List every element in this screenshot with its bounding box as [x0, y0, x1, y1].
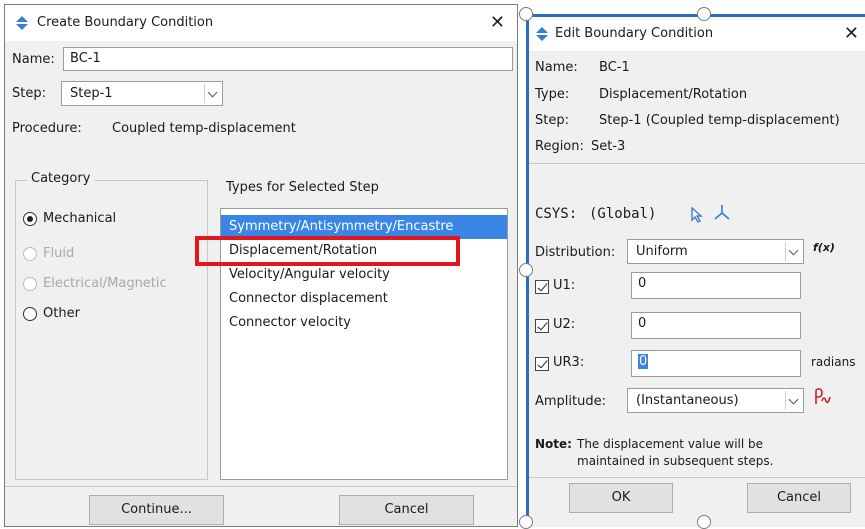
types-group-title: Types for Selected Step: [226, 180, 379, 195]
step-select[interactable]: Step-1: [61, 81, 223, 106]
step-select-value: Step-1: [70, 86, 113, 101]
step-label: Step:: [12, 86, 46, 101]
resize-handle-middle-left[interactable]: [519, 263, 533, 277]
edit-step-label: Step:: [535, 113, 569, 128]
procedure-label: Procedure:: [12, 121, 82, 136]
radio-label: Fluid: [43, 246, 75, 261]
ur3-unit: radians: [811, 355, 856, 369]
note-line-1: The displacement value will be: [577, 437, 764, 451]
radio-indicator: [23, 211, 37, 226]
note-label: Note:: [535, 437, 572, 451]
cancel-button[interactable]: Cancel: [339, 495, 474, 525]
radio-electrical-magnetic: Electrical/Magnetic: [23, 276, 167, 291]
edit-step-value: Step-1 (Coupled temp-displacement): [599, 113, 840, 128]
edit-region-label: Region:: [535, 139, 584, 154]
radio-fluid: Fluid: [23, 246, 74, 261]
chevron-down-icon[interactable]: [785, 391, 801, 410]
abaqus-app-icon: [536, 27, 548, 41]
radio-mechanical[interactable]: Mechanical: [23, 211, 116, 226]
edit-dialog-close-icon[interactable]: ✕: [844, 23, 859, 44]
amplitude-select[interactable]: (Instantaneous): [627, 388, 804, 413]
category-group-title: Category: [27, 171, 95, 186]
u2-checkbox[interactable]: [535, 319, 549, 333]
type-item-connector-velocity[interactable]: Connector velocity: [221, 311, 507, 335]
radio-label: Electrical/Magnetic: [43, 276, 167, 291]
u2-label: U2:: [553, 317, 576, 332]
edit-header-divider: [529, 163, 865, 164]
radio-indicator: [23, 246, 37, 261]
create-dialog-titlebar[interactable]: Create Boundary Condition ✕: [5, 5, 517, 41]
edit-dialog-title: Edit Boundary Condition: [555, 26, 714, 41]
edit-name-label: Name:: [535, 60, 578, 75]
edit-boundary-condition-dialog: Edit Boundary Condition ✕ Name: BC-1 Typ…: [526, 14, 865, 527]
create-csys-axes-icon[interactable]: [713, 203, 731, 221]
create-dialog-title: Create Boundary Condition: [37, 15, 214, 30]
u1-checkbox[interactable]: [535, 280, 549, 294]
radio-other[interactable]: Other: [23, 306, 80, 321]
chevron-down-icon[interactable]: [785, 242, 801, 261]
edit-cancel-button[interactable]: Cancel: [747, 483, 851, 513]
type-item-connector-displacement[interactable]: Connector displacement: [221, 287, 507, 311]
amplitude-select-value: (Instantaneous): [636, 393, 739, 408]
edit-type-label: Type:: [535, 87, 570, 102]
u1-input[interactable]: 0: [631, 272, 801, 299]
amplitude-label: Amplitude:: [535, 394, 606, 409]
ok-button[interactable]: OK: [569, 483, 673, 513]
button-bar-divider: [5, 486, 517, 487]
ur3-checkbox[interactable]: [535, 357, 549, 371]
type-item-velocity[interactable]: Velocity/Angular velocity: [221, 263, 507, 287]
resize-handle-top-center[interactable]: [697, 7, 711, 21]
edit-region-value: Set-3: [591, 139, 626, 154]
procedure-value: Coupled temp-displacement: [112, 121, 296, 136]
create-dialog-close-icon[interactable]: ✕: [490, 12, 505, 33]
continue-button[interactable]: Continue...: [89, 495, 224, 525]
csys-value: (Global): [589, 206, 657, 222]
ur3-input-value: 0: [638, 354, 649, 369]
edit-type-value: Displacement/Rotation: [599, 87, 748, 102]
name-input[interactable]: BC-1: [63, 47, 513, 71]
resize-handle-top-left[interactable]: [519, 7, 533, 21]
radio-indicator: [23, 276, 37, 291]
edit-dialog-titlebar[interactable]: Edit Boundary Condition ✕: [529, 17, 865, 51]
radio-indicator: [23, 306, 37, 321]
note-line-2: maintained in subsequent steps.: [577, 454, 774, 468]
edit-button-bar-divider: [529, 477, 865, 478]
fx-button[interactable]: f(x): [813, 241, 835, 254]
abaqus-app-icon: [16, 16, 28, 30]
u2-input[interactable]: 0: [631, 312, 801, 339]
ur3-input[interactable]: 0: [631, 350, 801, 377]
create-amplitude-icon[interactable]: [813, 387, 833, 407]
highlight-box-displacement-rotation: [195, 236, 460, 266]
chevron-down-icon[interactable]: [204, 84, 220, 103]
distribution-label: Distribution:: [535, 245, 616, 260]
radio-label: Other: [43, 306, 80, 321]
ur3-label: UR3:: [553, 355, 585, 370]
edit-name-value: BC-1: [599, 60, 630, 75]
distribution-select-value: Uniform: [636, 244, 688, 259]
radio-label: Mechanical: [43, 211, 117, 226]
u1-label: U1:: [553, 278, 576, 293]
select-csys-arrow-icon[interactable]: [689, 207, 705, 223]
name-label: Name:: [12, 52, 55, 67]
distribution-select[interactable]: Uniform: [627, 239, 804, 264]
csys-label: CSYS:: [535, 206, 578, 222]
